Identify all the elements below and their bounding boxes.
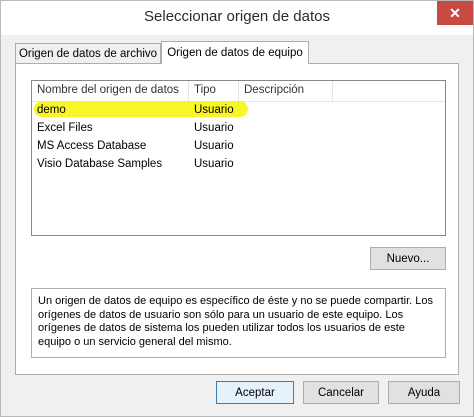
column-divider[interactable] — [188, 81, 189, 101]
list-item[interactable]: Visio Database Samples Usuario — [32, 158, 445, 173]
help-button[interactable]: Ayuda — [388, 381, 460, 404]
row-type: Usuario — [194, 158, 234, 170]
row-name: MS Access Database — [37, 140, 147, 152]
list-item[interactable]: MS Access Database Usuario — [32, 140, 445, 155]
description-text: Un origen de datos de equipo es específi… — [31, 288, 446, 358]
cancel-button[interactable]: Cancelar — [303, 381, 379, 404]
list-item[interactable]: Excel Files Usuario — [32, 122, 445, 137]
new-button[interactable]: Nuevo... — [370, 247, 446, 270]
tab-machine-data-source[interactable]: Origen de datos de equipo — [161, 41, 309, 64]
row-type: Usuario — [194, 140, 234, 152]
row-name: demo — [37, 104, 66, 116]
column-divider[interactable] — [238, 81, 239, 101]
accept-button[interactable]: Aceptar — [216, 381, 294, 404]
title-bar[interactable]: Seleccionar origen de datos ✕ — [1, 1, 473, 35]
row-type: Usuario — [194, 122, 234, 134]
window-title: Seleccionar origen de datos — [144, 8, 330, 25]
list-header: Nombre del origen de datos Tipo Descripc… — [32, 81, 445, 102]
close-icon: ✕ — [449, 5, 461, 21]
data-source-list[interactable]: Nombre del origen de datos Tipo Descripc… — [31, 80, 446, 236]
column-header-type[interactable]: Tipo — [194, 84, 216, 96]
row-name: Visio Database Samples — [37, 158, 163, 170]
tab-file-data-source[interactable]: Origen de datos de archivo — [15, 43, 161, 63]
close-button[interactable]: ✕ — [437, 1, 473, 25]
column-header-description[interactable]: Descripción — [244, 84, 304, 96]
column-divider[interactable] — [332, 81, 333, 101]
list-item[interactable]: demo Usuario — [32, 104, 445, 119]
dialog-window: Seleccionar origen de datos ✕ Origen de … — [0, 0, 474, 417]
column-header-name[interactable]: Nombre del origen de datos — [37, 84, 179, 96]
row-name: Excel Files — [37, 122, 93, 134]
row-type: Usuario — [194, 104, 234, 116]
